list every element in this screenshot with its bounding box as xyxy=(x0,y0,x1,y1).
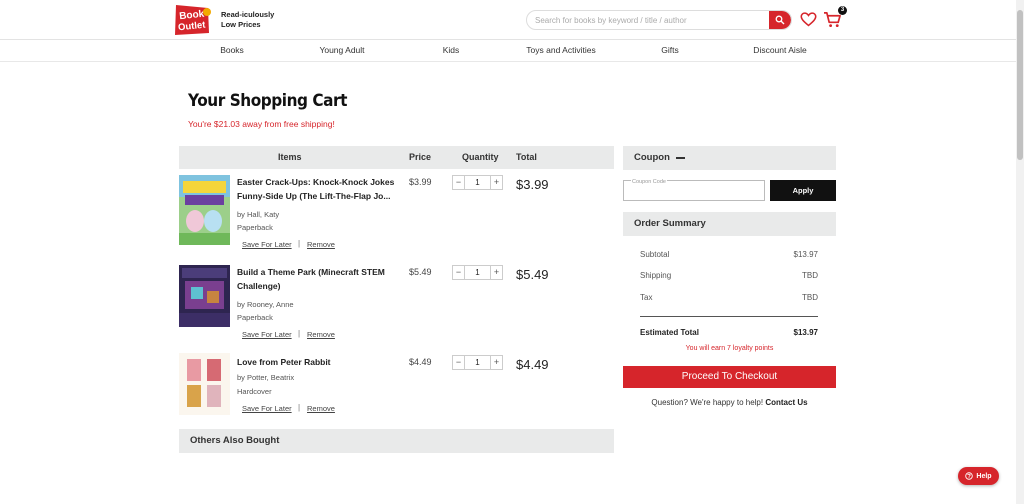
item-price: $3.99 xyxy=(409,177,432,187)
estimated-total-value: $13.97 xyxy=(793,328,818,337)
help-question-text: Question? We're happy to help! xyxy=(651,398,764,407)
quantity-value[interactable]: 1 xyxy=(465,356,490,369)
coupon-title: Coupon xyxy=(634,152,670,163)
quantity-decrease-button[interactable]: − xyxy=(453,356,465,369)
subtotal-value: $13.97 xyxy=(793,250,818,259)
item-price: $4.49 xyxy=(409,357,432,367)
remove-link[interactable]: Remove xyxy=(307,330,335,339)
item-format: Hardcover xyxy=(237,387,272,396)
item-total: $4.49 xyxy=(516,357,549,372)
main-nav: Books Young Adult Kids Toys and Activiti… xyxy=(0,40,1016,62)
nav-item-gifts[interactable]: Gifts xyxy=(661,45,678,55)
help-button[interactable]: Help xyxy=(958,467,999,485)
item-author: by Hall, Katy xyxy=(237,210,280,219)
contact-us-link[interactable]: Contact Us xyxy=(765,398,807,407)
page: Book Outlet Read-iculously Low Prices Se… xyxy=(0,0,1016,504)
nav-item-young-adult[interactable]: Young Adult xyxy=(319,45,364,55)
cart-item: Build a Theme Park (Minecraft STEM Chall… xyxy=(179,265,614,340)
estimated-total-label: Estimated Total xyxy=(640,328,699,337)
remove-link[interactable]: Remove xyxy=(307,240,335,249)
column-items: Items xyxy=(278,152,302,162)
book-cover-image[interactable] xyxy=(179,353,230,415)
tax-value: TBD xyxy=(802,293,818,302)
column-price: Price xyxy=(409,152,432,162)
nav-item-kids[interactable]: Kids xyxy=(443,45,460,55)
column-quantity: Quantity xyxy=(462,152,499,162)
others-also-bought-title: Others Also Bought xyxy=(190,435,280,446)
collapse-minus-icon xyxy=(676,157,685,159)
quantity-increase-button[interactable]: + xyxy=(490,176,502,189)
search-button[interactable] xyxy=(769,11,791,29)
help-question: Question? We're happy to help! Contact U… xyxy=(623,398,836,407)
cart-item: Easter Crack-Ups: Knock-Knock Jokes Funn… xyxy=(179,175,614,250)
coupon-code-field: Coupon Code xyxy=(623,179,765,201)
cart-item: Love from Peter Rabbit by Potter, Beatri… xyxy=(179,353,614,417)
save-for-later-link[interactable]: Save For Later xyxy=(242,404,292,413)
item-title[interactable]: Love from Peter Rabbit xyxy=(237,355,399,369)
subtotal-label: Subtotal xyxy=(640,250,670,259)
quantity-decrease-button[interactable]: − xyxy=(453,176,465,189)
cart-count-badge: 3 xyxy=(838,6,847,15)
page-scrollbar[interactable] xyxy=(1016,0,1024,504)
item-total: $5.49 xyxy=(516,267,549,282)
nav-item-books[interactable]: Books xyxy=(220,45,244,55)
quantity-stepper: − 1 + xyxy=(452,175,503,190)
book-cover-image[interactable] xyxy=(179,175,230,245)
search-icon xyxy=(775,15,785,25)
column-total: Total xyxy=(516,152,537,162)
coupon-toggle[interactable]: Coupon xyxy=(623,146,836,170)
item-total: $3.99 xyxy=(516,177,549,192)
quantity-stepper: − 1 + xyxy=(452,355,503,370)
help-label: Help xyxy=(976,472,992,480)
help-question-icon xyxy=(965,472,974,480)
link-separator: | xyxy=(298,329,301,338)
site-header: Book Outlet Read-iculously Low Prices Se… xyxy=(0,0,1016,40)
save-for-later-link[interactable]: Save For Later xyxy=(242,240,292,249)
quantity-stepper: − 1 + xyxy=(452,265,503,280)
search-input[interactable] xyxy=(527,11,771,29)
summary-divider xyxy=(640,316,818,317)
item-author: by Potter, Beatrix xyxy=(237,373,295,382)
remove-link[interactable]: Remove xyxy=(307,404,335,413)
item-title[interactable]: Build a Theme Park (Minecraft STEM Chall… xyxy=(237,265,399,293)
nav-item-discount-aisle[interactable]: Discount Aisle xyxy=(753,45,806,55)
free-shipping-notice: You're $21.03 away from free shipping! xyxy=(188,119,335,129)
quantity-value[interactable]: 1 xyxy=(465,176,490,189)
order-summary-header: Order Summary xyxy=(623,212,836,236)
page-title: Your Shopping Cart xyxy=(188,91,348,111)
search-bar xyxy=(526,10,792,30)
nav-item-toys-and-activities[interactable]: Toys and Activities xyxy=(526,45,595,55)
proceed-to-checkout-button[interactable]: Proceed To Checkout xyxy=(623,366,836,388)
link-separator: | xyxy=(298,239,301,248)
quantity-increase-button[interactable]: + xyxy=(490,266,502,279)
quantity-value[interactable]: 1 xyxy=(465,266,490,279)
others-also-bought-header: Others Also Bought xyxy=(179,429,614,453)
coupon-code-input[interactable] xyxy=(624,181,764,200)
wishlist-heart-icon[interactable] xyxy=(800,11,817,28)
loyalty-points-notice: You will earn 7 loyalty points xyxy=(685,345,774,352)
save-for-later-link[interactable]: Save For Later xyxy=(242,330,292,339)
book-cover-image[interactable] xyxy=(179,265,230,327)
item-author: by Rooney, Anne xyxy=(237,300,294,309)
tax-label: Tax xyxy=(640,293,653,302)
tagline-line-2: Low Prices xyxy=(221,20,261,29)
tagline-line-1: Read-iculously xyxy=(221,10,275,19)
item-price: $5.49 xyxy=(409,267,432,277)
shipping-label: Shipping xyxy=(640,271,672,280)
order-summary-title: Order Summary xyxy=(634,218,706,229)
shipping-value: TBD xyxy=(802,271,818,280)
scrollbar-thumb[interactable] xyxy=(1017,10,1023,160)
quantity-increase-button[interactable]: + xyxy=(490,356,502,369)
apply-coupon-button[interactable]: Apply xyxy=(770,180,836,201)
cart-table-header: Items Price Quantity Total xyxy=(179,146,614,169)
quantity-decrease-button[interactable]: − xyxy=(453,266,465,279)
tagline: Read-iculously Low Prices xyxy=(221,10,274,30)
item-title[interactable]: Easter Crack-Ups: Knock-Knock Jokes Funn… xyxy=(237,175,399,203)
book-outlet-logo[interactable]: Book Outlet xyxy=(172,3,212,37)
link-separator: | xyxy=(298,403,301,412)
item-format: Paperback xyxy=(237,313,273,322)
item-format: Paperback xyxy=(237,223,273,232)
